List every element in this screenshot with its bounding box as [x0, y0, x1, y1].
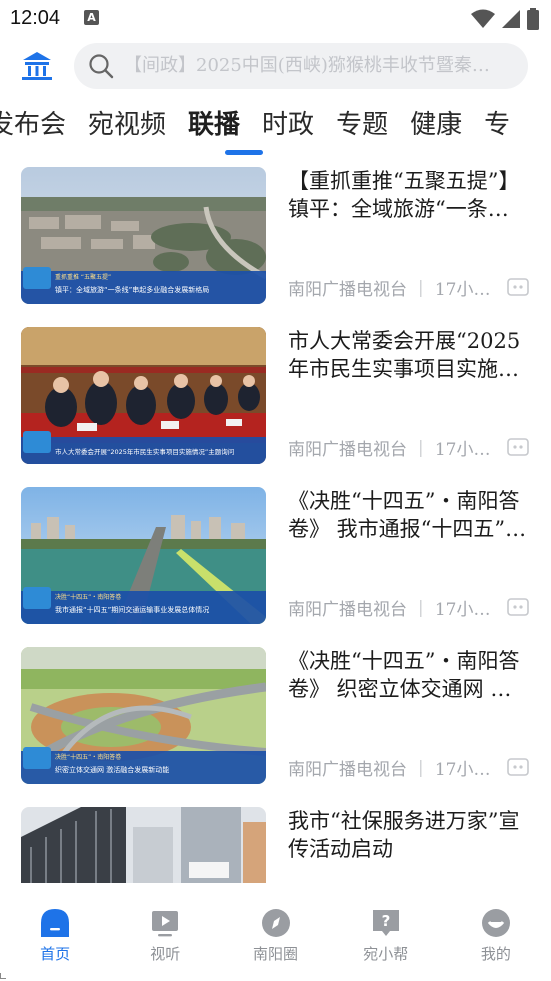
wifi-icon [471, 9, 495, 28]
news-title[interactable]: 《决胜“十四五”・南阳答卷》 织密立体交通网 激活融合发展新动能 [288, 647, 532, 703]
thumb-tag: 决胜“十四五”・南阳答卷 [55, 753, 121, 761]
news-meta: 南阳广播电视台 ｜ 17小时前 [288, 275, 503, 300]
news-meta: 南阳广播电视台 ｜ 17小时前 [288, 755, 503, 780]
news-source: 南阳广播电视台 [288, 280, 407, 300]
news-title[interactable]: 《决胜“十四五”・南阳答卷》 我市通报“十四五”期间交通运输事业发展总体情况 [288, 487, 532, 543]
nav-home[interactable]: 首页 [0, 883, 110, 981]
thumb-caption: 镇平：全域旅游“一条线”串起多业融合发展新格局 [55, 285, 209, 294]
news-meta: 南阳广播电视台 ｜ 17小时前 [288, 595, 503, 620]
news-item[interactable]: 决胜“十四五”・南阳答卷 织密立体交通网 激活融合发展新动能 《决胜“十四五”・… [0, 645, 551, 805]
status-indicators [471, 8, 539, 30]
nav-label-home: 首页 [40, 945, 71, 963]
nav-helper[interactable]: ? 宛小帮 [331, 883, 441, 981]
news-thumbnail[interactable]: 决胜“十四五”・南阳答卷 织密立体交通网 激活融合发展新动能 [21, 647, 266, 784]
nav-label-helper: 宛小帮 [363, 945, 409, 963]
search-placeholder[interactable]: 【间政】2025中国(西峡)猕猴桃丰收节暨秦… [124, 43, 510, 89]
news-item[interactable]: 重抓重推 “五聚五提” 镇平：全域旅游“一条线”串起多业融合发展新格局 【重抓重… [0, 165, 551, 325]
more-options-icon[interactable] [507, 278, 529, 296]
profile-icon [481, 909, 510, 937]
news-time: 17小时前 [434, 440, 503, 460]
search-bar[interactable]: 【间政】2025中国(西峡)猕猴桃丰收节暨秦… [74, 43, 528, 89]
svg-text:?: ? [381, 912, 390, 930]
news-title[interactable]: 【重抓重推“五聚五提”】 镇平：全域旅游“一条线”串起多业融合发展新格局 [288, 167, 532, 223]
thumb-tag: 重抓重推 “五聚五提” [55, 273, 111, 281]
tab-wan-video[interactable]: 宛视频 [88, 106, 166, 144]
thumb-caption: 我市通报“十四五”期间交通运输事业发展总体情况 [55, 605, 209, 614]
tab-broadcast[interactable]: 联播 [188, 106, 240, 144]
news-thumbnail[interactable]: 市人大常委会开展“2025年市民生实事项目实施情况”主题询问 [21, 327, 266, 464]
news-source: 南阳广播电视台 [288, 600, 407, 620]
news-item[interactable]: 决胜“十四五”・南阳答卷 我市通报“十四五”期间交通运输事业发展总体情况 《决胜… [0, 485, 551, 645]
question-icon: ? [372, 910, 399, 936]
active-tab-indicator [225, 150, 263, 155]
nav-profile[interactable]: 我的 [441, 883, 551, 981]
news-time: 17小时前 [434, 600, 503, 620]
nav-nanyang-circle[interactable]: 南阳圈 [220, 883, 330, 981]
more-options-icon[interactable] [507, 438, 529, 456]
news-item[interactable]: 市人大常委会开展“2025年市民生实事项目实施情况”主题询问 市人大常委会开展“… [0, 325, 551, 485]
news-time: 17小时前 [434, 760, 503, 780]
bottom-navigation: 首页 视听 南阳圈 ? 宛小帮 我的 [0, 883, 551, 981]
compass-icon [261, 909, 290, 937]
notification-a-icon: A [84, 10, 99, 25]
tab-special[interactable]: 专题 [336, 106, 388, 144]
nav-video[interactable]: 视听 [110, 883, 220, 981]
news-title[interactable]: 市人大常委会开展“2025年市民生实事项目实施情况”主题询问 [288, 327, 532, 383]
status-bar: 12:04 A [0, 0, 551, 40]
news-source: 南阳广播电视台 [288, 440, 407, 460]
tab-politics[interactable]: 时政 [262, 106, 314, 144]
news-thumbnail[interactable]: 重抓重推 “五聚五提” 镇平：全域旅游“一条线”串起多业融合发展新格局 [21, 167, 266, 304]
app-logo-icon[interactable] [20, 51, 54, 81]
search-icon [89, 54, 114, 79]
nav-label-profile: 我的 [480, 945, 511, 963]
battery-icon [527, 8, 539, 30]
news-thumbnail[interactable]: 决胜“十四五”・南阳答卷 我市通报“十四五”期间交通运输事业发展总体情况 [21, 487, 266, 624]
news-meta: 南阳广播电视台 ｜ 17小时前 [288, 435, 503, 460]
tab-health[interactable]: 健康 [410, 106, 462, 144]
news-item[interactable]: 我市“社保服务进万家”宣传活动启动 [0, 805, 551, 883]
video-icon [152, 911, 179, 937]
signal-icon [502, 10, 520, 28]
top-bar: 【间政】2025中国(西峡)猕猴桃丰收节暨秦… [0, 40, 551, 96]
thumb-tag: 决胜“十四五”・南阳答卷 [55, 593, 121, 601]
news-title[interactable]: 我市“社保服务进万家”宣传活动启动 [288, 807, 532, 863]
nav-label-nanyang-circle: 南阳圈 [253, 945, 299, 963]
tab-more[interactable]: 专 [484, 106, 510, 144]
more-options-icon[interactable] [507, 758, 529, 776]
tab-press-conference[interactable]: 发布会 [0, 106, 66, 144]
news-source: 南阳广播电视台 [288, 760, 407, 780]
channel-tabs: 发布会 宛视频 联播 时政 专题 健康 专 [0, 100, 551, 162]
news-feed[interactable]: 重抓重推 “五聚五提” 镇平：全域旅游“一条线”串起多业融合发展新格局 【重抓重… [0, 165, 551, 883]
home-icon [41, 909, 70, 937]
news-thumbnail[interactable] [21, 807, 266, 883]
thumb-caption: 织密立体交通网 激活融合发展新动能 [55, 765, 169, 774]
status-time: 12:04 [10, 7, 61, 29]
news-time: 17小时前 [434, 280, 503, 300]
corner-mark [0, 973, 6, 979]
nav-label-video: 视听 [150, 945, 181, 963]
more-options-icon[interactable] [507, 598, 529, 616]
thumb-caption: 市人大常委会开展“2025年市民生实事项目实施情况”主题询问 [55, 447, 234, 456]
